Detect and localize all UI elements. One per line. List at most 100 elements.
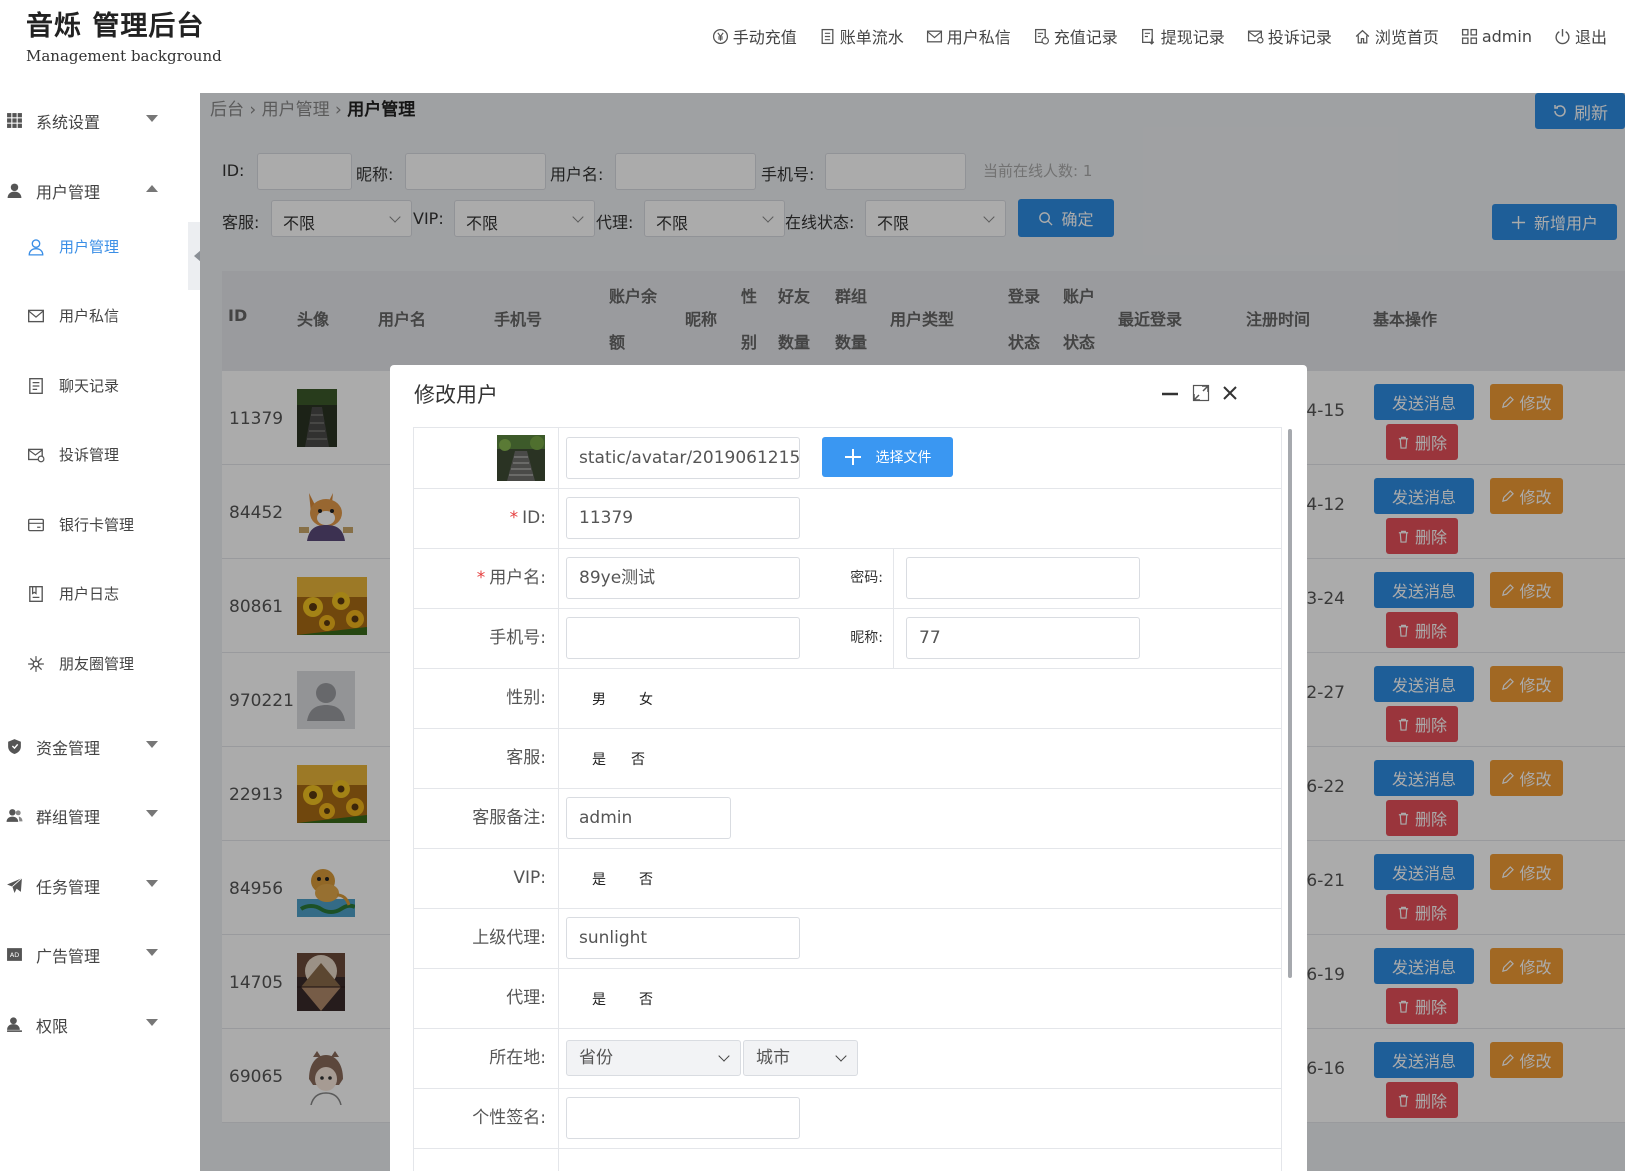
agent-no-option[interactable]: 否 [639, 989, 653, 1009]
nav-manual-recharge[interactable]: 手动充值 [712, 24, 797, 48]
chevron-down-icon [146, 810, 158, 817]
sidebar-item-complaints[interactable]: 投诉管理 [0, 435, 188, 475]
sidebar-group-label: 群组管理 [36, 808, 101, 827]
service-note-label: 客服备注: [414, 788, 559, 848]
username-field[interactable]: 89ye测试 [566, 557, 800, 599]
gender-female-option[interactable]: 女 [639, 689, 653, 709]
form-row-gender: 性别: 男 女 [413, 668, 1282, 729]
agent-yes-option[interactable]: 是 [592, 989, 606, 1009]
nav-recharge-records[interactable]: 充值记录 [1033, 24, 1118, 48]
user-icon [7, 183, 22, 198]
choose-file-button[interactable]: 选择文件 [822, 437, 953, 477]
service-label: 客服: [414, 728, 559, 788]
sidebar-item-moments[interactable]: 朋友圈管理 [0, 644, 188, 684]
password-field[interactable] [906, 557, 1140, 599]
yen-circle-icon [712, 28, 728, 44]
app-subtitle: Management background [26, 47, 222, 65]
chevron-down-icon [146, 880, 158, 887]
power-icon [1555, 28, 1570, 44]
form-row-location: 所在地: 省份 城市 [413, 1028, 1282, 1089]
top-nav: 手动充值 账单流水 用户私信 充值记录 提现记录 投诉记录 浏览首页 admin… [712, 24, 1607, 48]
grid-icon [7, 113, 22, 128]
sidebar-item-chat-records[interactable]: 聊天记录 [0, 366, 188, 406]
sidebar-group-tasks[interactable]: 任务管理 [0, 865, 188, 905]
parent-agent-field[interactable]: sunlight [566, 917, 800, 959]
nav-logout[interactable]: 退出 [1554, 24, 1607, 48]
chevron-down-icon [146, 115, 158, 122]
form-row-agent: 代理: 是 否 [413, 968, 1282, 1029]
modal-title: 修改用户 [414, 383, 498, 407]
sidebar-group-label: 系统设置 [36, 113, 101, 132]
sidebar-group-groups[interactable]: 群组管理 [0, 795, 188, 835]
sidebar-group-system-settings[interactable]: 系统设置 [0, 100, 188, 140]
sidebar-item-label: 朋友圈管理 [59, 655, 135, 673]
sidebar-group-permissions[interactable]: 权限 [0, 1004, 188, 1044]
sidebar-item-label: 投诉管理 [59, 446, 120, 464]
nav-label: 浏览首页 [1374, 28, 1439, 47]
chat-record-icon [29, 378, 43, 394]
nav-bill-flow[interactable]: 账单流水 [819, 24, 904, 48]
sidebar-group-label: 广告管理 [36, 947, 101, 966]
parent-agent-label: 上级代理: [414, 908, 559, 968]
ad-icon: AD [7, 948, 22, 961]
maximize-icon[interactable] [1191, 383, 1211, 403]
paper-plane-icon [7, 877, 23, 893]
province-select[interactable]: 省份 [566, 1040, 741, 1076]
required-mark: * [509, 508, 519, 528]
sidebar-group-user-management[interactable]: 用户管理 [0, 170, 188, 210]
sidebar-group-ads[interactable]: AD 广告管理 [0, 934, 188, 974]
vip-label: VIP: [414, 848, 559, 908]
sidebar-item-user-logs[interactable]: 用户日志 [0, 574, 188, 614]
service-note-field[interactable]: admin [566, 797, 731, 839]
recharge-record-icon [1034, 28, 1049, 45]
sidebar-item-label: 用户日志 [59, 585, 120, 603]
nickname-field[interactable]: 77 [906, 617, 1140, 659]
phone-field[interactable] [566, 617, 800, 659]
select-value: 省份 [579, 1048, 613, 1068]
city-select[interactable]: 城市 [743, 1040, 858, 1076]
sidebar: 系统设置 用户管理 用户管理 用户私信 聊天记录 投诉管理 银行卡管理 用户日志… [0, 88, 188, 1171]
nav-label: admin [1481, 26, 1532, 46]
service-yes-option[interactable]: 是 [592, 749, 606, 769]
users-icon [6, 809, 23, 822]
username-label: * 用户名: [414, 548, 559, 608]
modal-scrollbar[interactable] [1288, 429, 1292, 978]
avatar-preview [497, 435, 545, 481]
avatar-path-input[interactable]: static/avatar/2019061215260 [566, 437, 800, 479]
nav-browse-home[interactable]: 浏览首页 [1354, 24, 1439, 48]
form-row-id: * ID: 11379 [413, 488, 1282, 549]
sidebar-group-funds[interactable]: 资金管理 [0, 726, 188, 766]
service-no-option[interactable]: 否 [631, 749, 645, 769]
app-header: 音烁 管理后台 Management background 手动充值 账单流水 … [0, 0, 1625, 88]
sidebar-item-label: 用户私信 [59, 307, 120, 325]
id-field[interactable]: 11379 [566, 497, 800, 539]
signature-field[interactable] [566, 1097, 800, 1139]
form-row-service-note: 客服备注: admin [413, 788, 1282, 849]
gender-male-option[interactable]: 男 [592, 689, 606, 709]
nav-admin[interactable]: admin [1461, 27, 1532, 46]
avatar-label-cell [414, 428, 559, 488]
password-label: 密码: [794, 548, 894, 608]
sidebar-item-bank-cards[interactable]: 银行卡管理 [0, 505, 188, 545]
nav-label: 账单流水 [839, 28, 904, 47]
close-icon[interactable] [1220, 383, 1240, 403]
withdraw-record-icon [1141, 28, 1155, 45]
sidebar-item-user-messages[interactable]: 用户私信 [0, 296, 188, 336]
minimize-icon[interactable] [1160, 383, 1180, 403]
vip-yes-option[interactable]: 是 [592, 869, 606, 889]
sidebar-item-user-management[interactable]: 用户管理 [0, 227, 188, 267]
nav-complaint-records[interactable]: 投诉记录 [1247, 24, 1332, 48]
chevron-down-icon [146, 949, 158, 956]
app-title: 音烁 管理后台 [26, 11, 205, 42]
vip-no-option[interactable]: 否 [639, 869, 653, 889]
nav-label: 投诉记录 [1267, 28, 1332, 47]
nav-withdraw-records[interactable]: 提现记录 [1140, 24, 1225, 48]
sidebar-item-label: 聊天记录 [59, 377, 120, 395]
grid-icon [1461, 28, 1477, 44]
nav-user-messages[interactable]: 用户私信 [926, 24, 1011, 48]
phone-label: 手机号: [414, 608, 559, 668]
chevron-down-icon [146, 1019, 158, 1026]
sidebar-item-label: 银行卡管理 [59, 516, 135, 534]
location-label: 所在地: [414, 1028, 559, 1088]
plus-icon [844, 449, 861, 465]
